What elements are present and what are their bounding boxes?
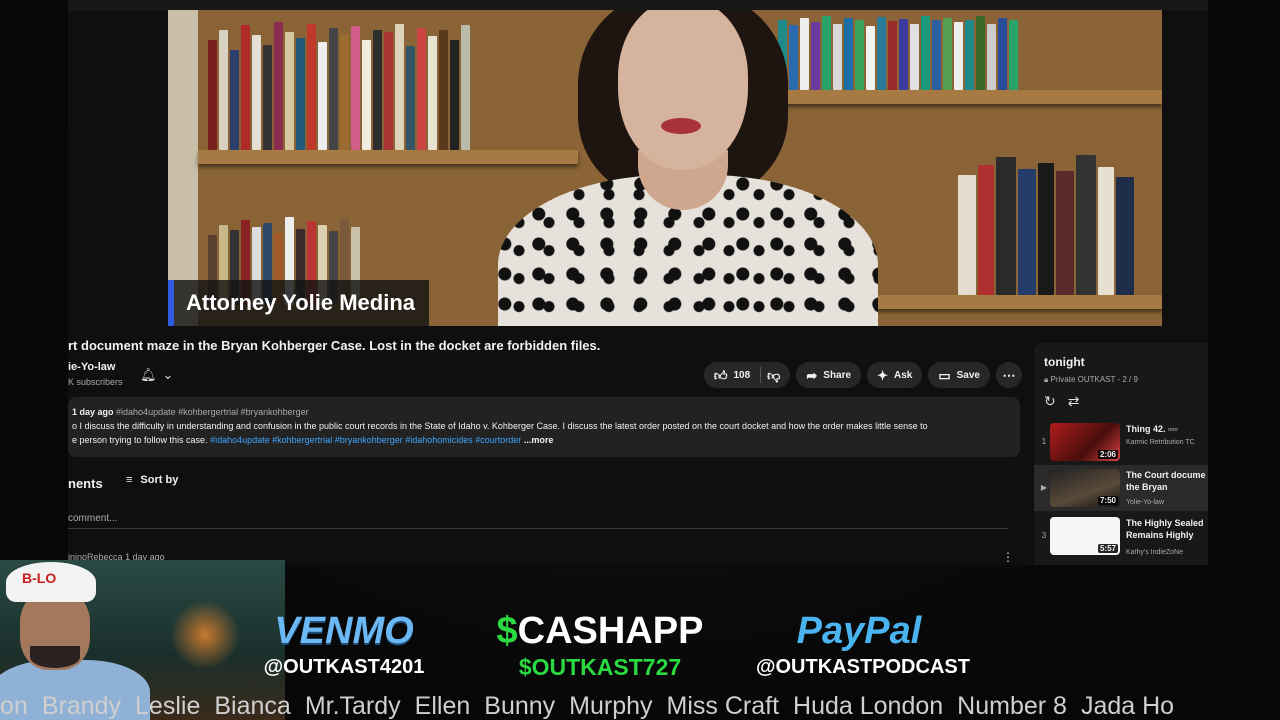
like-count: 108 [733,369,751,381]
cashapp-dollar-icon: $ [496,610,518,652]
ticker-name: Jada Ho [1080,692,1175,720]
playlist-item[interactable]: 3 5:57 The Highly Sealed Remains Highly … [1034,513,1208,559]
play-indicator-icon: ▶ [1040,483,1048,492]
chevron-down-icon: ⌄ [162,367,174,382]
share-label: Share [823,369,852,381]
paypal-handle: @OUTKASTPODCAST [756,656,970,678]
thumbs-up-icon: 👍︎ [713,367,728,383]
speaker-name-label: Attorney Yolie Medina [186,290,416,315]
save-label: Save [956,369,980,381]
playlist-item-title: Thing 42. ▫▫▫ [1126,424,1178,434]
description-hashtags[interactable]: #idaho4update #kohbergertrial #bryankohb… [210,435,521,445]
sort-by-button[interactable]: ≡ Sort by [126,474,178,486]
notification-bell-button[interactable]: 🔔︎ ⌄ [140,364,188,386]
video-duration: 2:06 [1097,450,1118,459]
playlist-item-title: The Court docume the Bryan Kohberg [1126,470,1206,492]
ticker-name: Huda London [793,692,944,720]
ticker-name: Leslie [135,692,201,720]
ticker-name: Mr.Tardy [304,692,401,720]
ticker-name: on [0,692,28,720]
venmo-logo: VENMO [274,610,414,652]
playlist-item-index: 3 [1041,531,1047,540]
cap: B-LO [6,562,96,602]
playlist-item-current[interactable]: ▶ 7:50 The Court docume the Bryan Kohber… [1034,465,1208,511]
add-comment-input[interactable]: comment... [68,513,1008,529]
like-button[interactable]: 👍︎ 108 👎︎ [703,362,791,388]
ticker-name: Bunny [484,692,556,720]
shuffle-icon[interactable]: ⇄ [1068,393,1080,410]
video-player[interactable]: Attorney Yolie Medina [168,10,1162,326]
ticker-name: Bianca [214,692,291,720]
cap-text: B-LO [22,570,57,586]
browser-top-bar [68,0,1208,10]
youtube-window-capture: Attorney Yolie Medina rt document maze i… [68,0,1208,565]
bell-icon: 🔔︎ [140,367,157,382]
playlist-panel: tonight 🔒︎ Private OUTKAST - 2 / 9 ↻ ⇄ 1… [1034,343,1208,565]
subscriber-count: K subscribers [68,377,123,387]
comment-menu-icon[interactable]: ⋮ [1002,550,1014,564]
thumbs-down-icon[interactable]: 👎︎ [767,369,780,382]
ticker-name: Number 8 [957,692,1067,720]
books-row [958,150,1134,295]
ticker-name: Ellen [414,692,471,720]
venmo-donation: VENMO @OUTKAST4201 [258,608,430,680]
description-hashtags[interactable]: #idaho4update #kohbergertrial #bryankohb… [116,407,309,417]
playlist-item[interactable]: 1 2:06 Thing 42. ▫▫▫ Karmic Retribution … [1034,419,1208,465]
sort-by-label: Sort by [140,474,179,486]
ask-button[interactable]: ✦ Ask [867,362,923,388]
channel-name[interactable]: ie-Yo-law [68,361,115,373]
playlist-controls: ↻ ⇄ [1044,393,1079,410]
video-thumbnail: 2:06 [1050,423,1120,461]
lower-third-banner: Attorney Yolie Medina [168,280,430,326]
ask-label: Ask [893,369,913,381]
books-row [208,20,470,150]
playlist-info: Private OUTKAST - 2 / 9 [1050,375,1138,384]
cashapp-donation: $CASHAPP $OUTKAST727 [480,608,720,680]
sort-icon: ≡ [126,474,133,486]
loop-icon[interactable]: ↻ [1044,393,1056,410]
playlist-subtitle: 🔒︎ Private OUTKAST - 2 / 9 [1044,375,1138,385]
ticker-name: Murphy [569,692,653,720]
share-button[interactable]: ➦ Share [796,362,862,388]
supporter-ticker: on Brandy Leslie Bianca Mr.Tardy Ellen Bunny Mu… [0,688,1280,720]
upload-date: 1 day ago [72,407,114,417]
more-actions-button[interactable]: ⋯ [996,362,1022,388]
video-thumbnail: 7:50 [1050,469,1120,507]
video-duration: 7:50 [1097,496,1118,505]
description-line: e person trying to follow this case. [72,435,208,445]
description-box[interactable]: 1 day ago #idaho4update #kohbergertrial … [68,397,1020,457]
video-actions: 👍︎ 108 👎︎ ➦ Share ✦ Ask ▭ Save ⋯ [703,362,1022,388]
cashapp-handle: $OUTKAST727 [518,654,682,680]
stream-canvas: Attorney Yolie Medina rt document maze i… [0,0,1280,720]
sparkle-icon: ✦ [877,367,888,383]
playlist-item-channel: Yolie-Yo-law [1126,499,1165,506]
description-line: o I discuss the difficulty in understand… [72,421,928,431]
playlist-item-channel: Kathy's IndieZoNe [1126,549,1183,556]
playlist-item-index: 1 [1041,437,1047,446]
video-title: rt document maze in the Bryan Kohberger … [68,338,601,353]
lock-icon: 🔒︎ [1044,375,1049,384]
save-button[interactable]: ▭ Save [928,362,990,388]
playlist-item-channel: Karmic Retribution TC [1126,439,1195,446]
playlist-title: tonight [1044,355,1085,369]
bookmark-icon: ▭ [938,367,951,383]
paypal-logo: PayPal [796,610,922,652]
ticker-name: Miss Craft [666,692,780,720]
cashapp-brand: CASHAPP [517,610,704,652]
comments-heading: nents [68,476,103,491]
more-horizontal-icon: ⋯ [1002,367,1016,383]
video-thumbnail: 5:57 [1050,517,1120,555]
more-link[interactable]: ...more [524,435,554,445]
venmo-handle: @OUTKAST4201 [263,656,425,678]
paypal-donation: PayPal @OUTKASTPODCAST [756,608,970,680]
speaker [458,10,888,326]
share-icon: ➦ [806,367,818,383]
playlist-item-title: The Highly Sealed Remains Highly Se [1126,518,1204,540]
cashapp-logo: $CASHAPP [480,608,720,654]
ticker-name: Brandy [41,692,122,720]
video-duration: 5:57 [1097,544,1118,553]
